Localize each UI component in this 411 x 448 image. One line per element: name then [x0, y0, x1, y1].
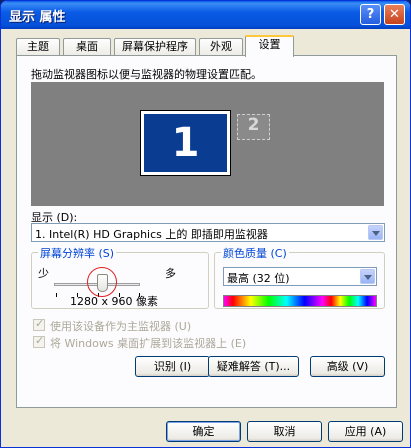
chevron-down-icon[interactable]: [368, 225, 383, 240]
display-select-value: 1. Intel(R) HD Graphics 上的 即插即用监视器: [35, 228, 268, 241]
drag-hint-text: 拖动监视器图标以便与监视器的物理设置匹配。: [31, 68, 262, 81]
cancel-button[interactable]: 取消: [247, 421, 322, 442]
settings-panel: 拖动监视器图标以便与监视器的物理设置匹配。 1 2 显示 (D): 1. Int…: [16, 55, 397, 408]
tab-settings[interactable]: 设置: [245, 35, 294, 57]
window-title: 显示 属性: [9, 10, 66, 25]
display-properties-window: 显示 属性 ? ✕ 主题 桌面 屏幕保护程序 外观 设置 拖动监视器图标以便与监…: [0, 0, 411, 448]
tab-desktop[interactable]: 桌面: [63, 38, 111, 56]
tab-themes[interactable]: 主题: [16, 38, 60, 56]
resolution-more-label: 多: [165, 267, 176, 280]
color-quality-group-title: 颜色质量 (C): [221, 245, 289, 261]
color-spectrum-preview: [223, 295, 377, 307]
color-quality-select[interactable]: 最高 (32 位): [223, 267, 377, 286]
checkbox-box[interactable]: [33, 317, 45, 331]
resolution-value: 1280 x 960 像素: [70, 295, 158, 308]
color-quality-group: 颜色质量 (C) 最高 (32 位): [214, 245, 385, 309]
resolution-less-label: 少: [38, 267, 49, 280]
chevron-down-icon[interactable]: [360, 269, 375, 284]
ok-button[interactable]: 确定: [166, 421, 241, 442]
advanced-button[interactable]: 高级 (V): [310, 356, 385, 377]
monitor-2-icon[interactable]: 2: [237, 114, 270, 140]
resolution-group: 屏幕分辨率 (S) 少 多 1280 x 960 像素: [31, 245, 209, 309]
display-select[interactable]: 1. Intel(R) HD Graphics 上的 即插即用监视器: [31, 223, 385, 242]
monitor-1-icon[interactable]: 1: [140, 110, 231, 176]
troubleshoot-button[interactable]: 疑难解答 (T)...: [208, 356, 299, 377]
monitor-1-number: 1: [171, 120, 200, 166]
extend-desktop-label: 将 Windows 桌面扩展到该监视器上 (E): [50, 337, 247, 350]
identify-button[interactable]: 识别 (I): [135, 356, 210, 377]
title-bar[interactable]: 显示 属性 ? ✕: [1, 1, 410, 29]
color-quality-value: 最高 (32 位): [227, 272, 290, 285]
monitor-2-number: 2: [247, 115, 260, 135]
apply-button[interactable]: 应用 (A): [328, 421, 403, 442]
resolution-group-title: 屏幕分辨率 (S): [38, 245, 117, 261]
primary-monitor-label: 使用该设备作为主监视器 (U): [50, 320, 192, 333]
tab-appearance[interactable]: 外观: [199, 38, 243, 56]
monitor-arrangement-area: 1 2: [31, 82, 384, 206]
tab-screensaver[interactable]: 屏幕保护程序: [114, 38, 196, 56]
close-button[interactable]: ✕: [384, 4, 405, 25]
checkbox-box[interactable]: [33, 334, 45, 348]
slider-tick: [56, 293, 57, 297]
help-button[interactable]: ?: [360, 4, 381, 25]
resolution-slider-thumb[interactable]: [97, 274, 108, 292]
